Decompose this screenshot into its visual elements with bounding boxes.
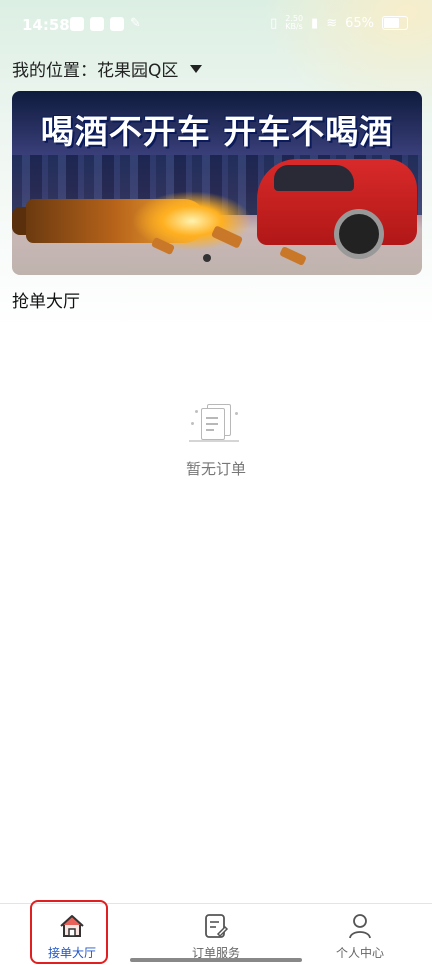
home-indicator[interactable]: [130, 958, 302, 962]
location-selector[interactable]: 我的位置： 花果园Q区: [12, 56, 203, 81]
location-label: 我的位置：: [12, 61, 97, 81]
sim-icon: ▮: [311, 15, 319, 31]
banner-page-indicator[interactable]: [203, 254, 211, 262]
status-time: 14:58: [22, 16, 70, 34]
banner-car-wheel: [334, 209, 384, 259]
caret-down-icon: [190, 64, 203, 73]
net-speed: 2.50 KB/s: [285, 14, 304, 31]
wifi-icon: ≋: [326, 15, 338, 31]
tab-label: 个人中心: [335, 946, 384, 960]
selection-highlight: [30, 900, 108, 964]
battery-icon: [382, 16, 408, 30]
empty-state: 暂无订单: [0, 400, 432, 479]
tab-profile[interactable]: 个人中心: [288, 904, 432, 965]
location-value: 花果园Q区: [97, 61, 179, 81]
banner-shard: [279, 245, 307, 267]
banner[interactable]: 喝酒不开车 开车不喝酒: [12, 91, 422, 275]
status-bar: 14:58 ✎ ▯ 2.50 KB/s ▮ ≋ 65%: [0, 0, 432, 52]
status-notification-icons: ✎: [70, 17, 144, 31]
person-icon: [346, 912, 374, 940]
empty-document-icon: [189, 400, 243, 444]
order-edit-icon: [202, 912, 230, 940]
status-right-group: ▯ 2.50 KB/s ▮ ≋ 65%: [270, 15, 408, 31]
mail-icon: [110, 17, 124, 31]
banner-car-window: [274, 165, 354, 191]
banner-headline: 喝酒不开车 开车不喝酒: [40, 112, 394, 151]
vibrate-icon: ▯: [270, 15, 278, 31]
battery-percent: 65%: [345, 15, 374, 31]
tab-order-service[interactable]: 订单服务: [144, 904, 288, 965]
chat-icon: ✎: [130, 16, 141, 31]
section-title: 抢单大厅: [12, 292, 80, 312]
empty-state-text: 暂无订单: [185, 460, 246, 478]
play-icon: [70, 17, 84, 31]
leaf-icon: [90, 17, 104, 31]
